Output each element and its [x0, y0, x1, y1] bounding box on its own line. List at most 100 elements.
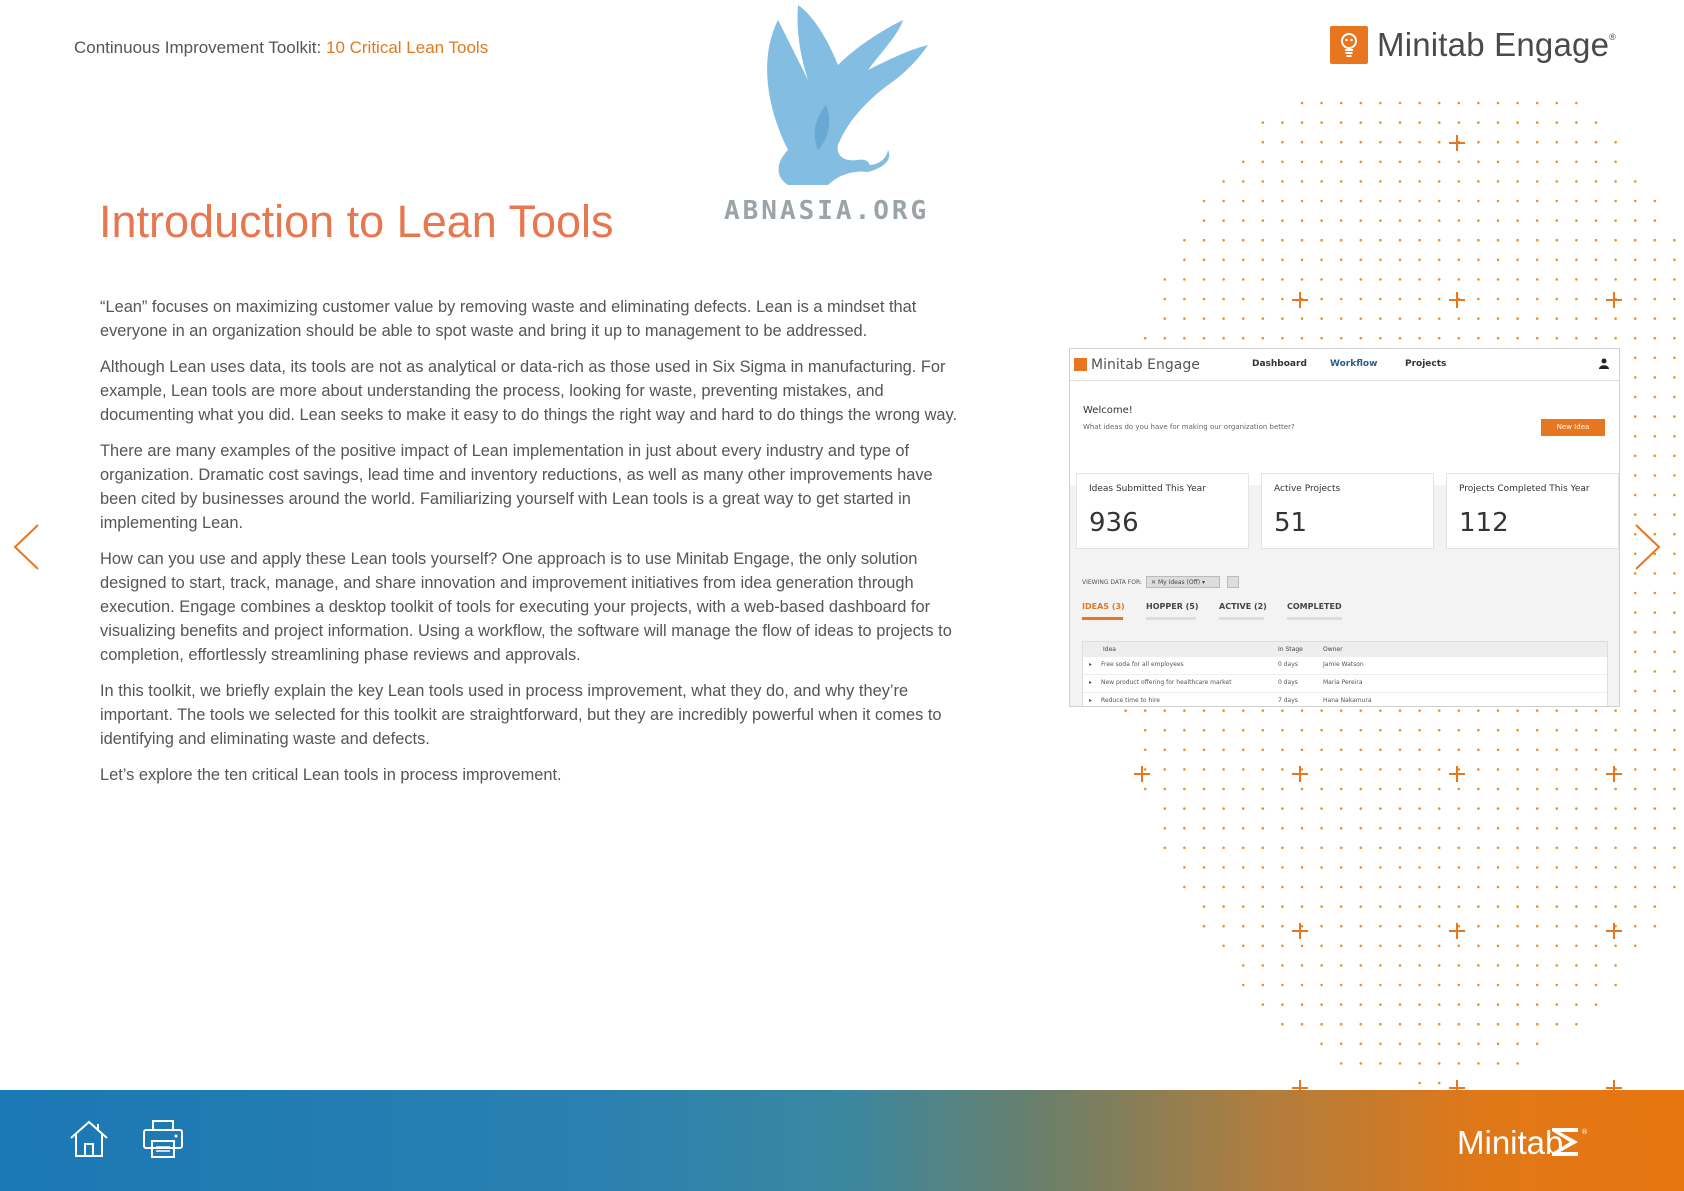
pattern-dot: [1457, 238, 1461, 242]
pattern-dot: [1496, 807, 1500, 810]
pattern-dot: [1673, 846, 1676, 850]
pattern-dot: [1300, 1022, 1304, 1026]
pattern-dot: [1633, 336, 1637, 340]
pattern-dot: [1359, 199, 1363, 203]
mock-table-header: Idea In Stage Owner: [1083, 642, 1607, 657]
pattern-dot: [1594, 983, 1598, 987]
pattern-dot: [1241, 258, 1245, 262]
pattern-dot: [1614, 846, 1617, 850]
pattern-dot: [1202, 297, 1206, 301]
home-icon[interactable]: [68, 1118, 110, 1160]
pattern-dot: [1496, 768, 1500, 771]
pattern-dot: [1535, 160, 1539, 164]
pattern-dot: [1398, 1042, 1402, 1046]
pattern-dot: [1300, 336, 1304, 340]
pattern-dot: [1673, 513, 1676, 516]
pattern-dot: [1339, 317, 1343, 320]
print-icon[interactable]: [141, 1118, 185, 1160]
pattern-dot: [1222, 768, 1225, 771]
pattern-dot: [1457, 846, 1461, 850]
pattern-dot: [1261, 846, 1265, 850]
pattern-dot: [1359, 1003, 1363, 1006]
pattern-dot: [1202, 258, 1206, 262]
pattern-dot: [1281, 807, 1284, 810]
pattern-dot: [1614, 807, 1617, 810]
pattern-dot: [1614, 199, 1617, 203]
pattern-dot: [1418, 297, 1421, 301]
pattern-dot: [1261, 748, 1265, 752]
pattern-dot: [1575, 278, 1578, 281]
pattern-dot: [1477, 121, 1480, 124]
pattern-dot: [1535, 238, 1539, 242]
pattern-dot: [1653, 689, 1657, 693]
pattern-dot: [1516, 728, 1519, 732]
pattern-dot: [1398, 238, 1402, 242]
pattern-dot: [1222, 180, 1225, 183]
pattern-dot: [1339, 140, 1343, 144]
pattern-dot: [1633, 180, 1637, 183]
pattern-dot: [1633, 434, 1637, 438]
pattern-dot: [1320, 924, 1323, 928]
pattern-dot: [1398, 1062, 1402, 1065]
pattern-dot: [1281, 846, 1284, 850]
pattern-dot: [1241, 160, 1245, 164]
pattern-dot: [1457, 905, 1461, 908]
pattern-dot: [1633, 219, 1637, 222]
pattern-dot: [1575, 140, 1578, 144]
pattern-dot: [1555, 964, 1559, 967]
pattern-dot: [1673, 748, 1676, 752]
pattern-dot: [1594, 278, 1598, 281]
pattern-dot: [1633, 650, 1637, 654]
pattern-dot: [1594, 787, 1598, 791]
pattern-dot: [1633, 611, 1637, 614]
pattern-dot: [1300, 885, 1304, 889]
pattern-dot: [1496, 944, 1500, 948]
pattern-dot: [1300, 748, 1304, 752]
pattern-dot: [1633, 317, 1637, 320]
plus-mark: [1292, 766, 1308, 782]
pattern-dot: [1339, 866, 1343, 869]
previous-page-arrow-icon[interactable]: [12, 522, 42, 572]
pattern-dot: [1594, 258, 1598, 262]
pattern-dot: [1496, 1003, 1500, 1006]
breadcrumb-link[interactable]: 10 Critical Lean Tools: [326, 38, 488, 57]
pattern-dot: [1477, 199, 1480, 203]
mock-welcome-subtitle: What ideas do you have for making our or…: [1083, 423, 1295, 431]
pattern-dot: [1124, 709, 1127, 712]
pattern-dot: [1673, 454, 1676, 458]
pattern-dot: [1320, 258, 1323, 262]
pattern-dot: [1437, 1062, 1441, 1065]
pattern-dot: [1653, 650, 1657, 654]
pattern-dot: [1516, 807, 1519, 810]
pattern-dot: [1535, 219, 1539, 222]
pattern-dot: [1163, 317, 1167, 320]
pattern-dot: [1202, 885, 1206, 889]
pattern-dot: [1202, 905, 1206, 908]
pattern-dot: [1398, 826, 1402, 830]
pattern-dot: [1261, 258, 1265, 262]
pattern-dot: [1339, 238, 1343, 242]
pattern-dot: [1202, 768, 1206, 771]
pattern-dot: [1241, 807, 1245, 810]
pattern-dot: [1398, 807, 1402, 810]
mock-filter-dropdown: [1227, 576, 1239, 588]
pattern-dot: [1457, 748, 1461, 752]
pattern-dot: [1437, 964, 1441, 967]
pattern-dot: [1653, 670, 1657, 673]
pattern-dot: [1614, 964, 1617, 967]
pattern-dot: [1653, 336, 1657, 340]
pattern-dot: [1183, 807, 1186, 810]
intro-text: “Lean” focuses on maximizing customer va…: [100, 295, 970, 799]
pattern-dot: [1241, 964, 1245, 967]
next-page-arrow-icon[interactable]: [1632, 522, 1662, 572]
pattern-dot: [1457, 807, 1461, 810]
mock-stage-bar: [1219, 617, 1264, 620]
pattern-dot: [1496, 278, 1500, 281]
pattern-dot: [1477, 219, 1480, 222]
pattern-dot: [1163, 846, 1167, 850]
pattern-dot: [1339, 728, 1343, 732]
pattern-dot: [1241, 709, 1245, 712]
pattern-dot: [1457, 219, 1461, 222]
pattern-dot: [1555, 180, 1559, 183]
pattern-dot: [1496, 905, 1500, 908]
